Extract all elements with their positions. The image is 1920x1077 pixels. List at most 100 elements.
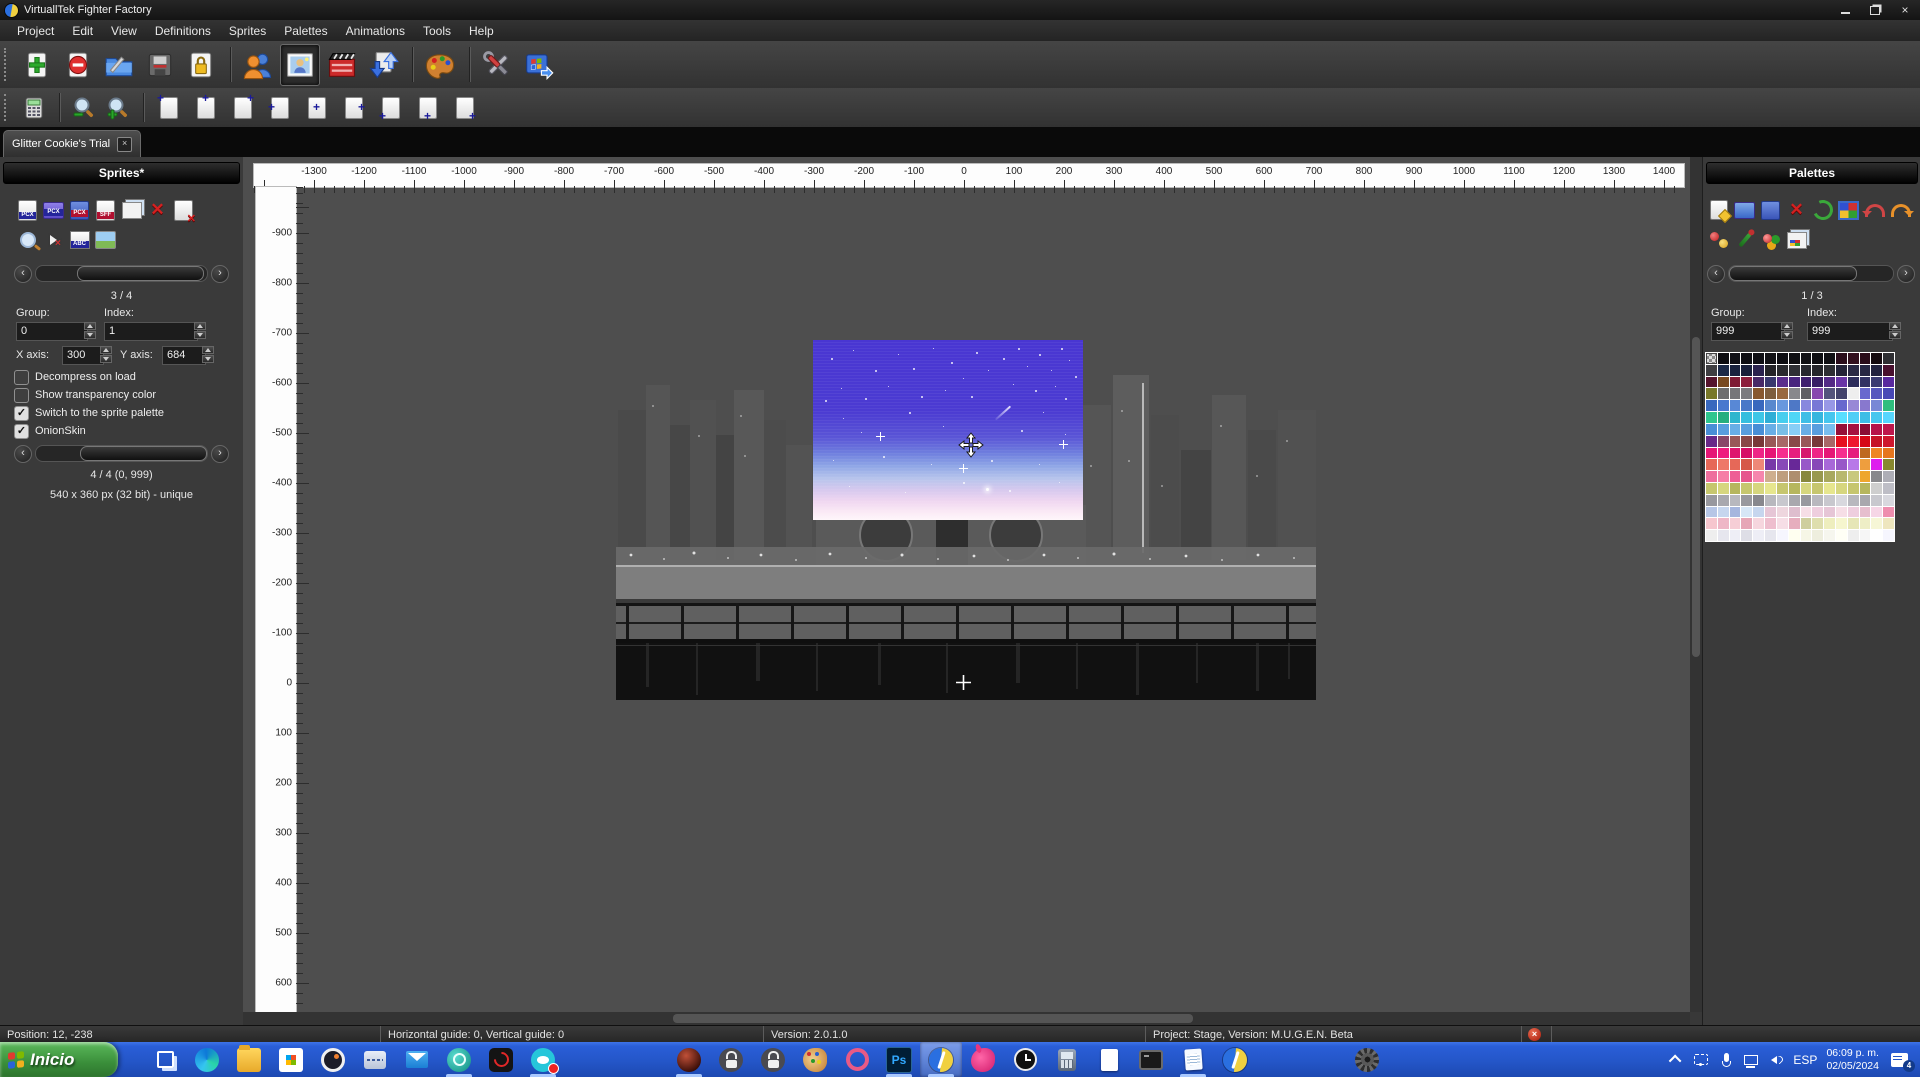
palette-cell[interactable]	[1812, 495, 1823, 506]
palette-cell[interactable]	[1765, 365, 1776, 376]
sprite-list-button[interactable]	[18, 92, 49, 123]
palette-cell[interactable]	[1801, 471, 1812, 482]
palette-cell[interactable]	[1765, 424, 1776, 435]
palette-cell[interactable]	[1812, 377, 1823, 388]
swap-colors-button[interactable]	[1707, 229, 1730, 251]
palette-cell[interactable]	[1836, 388, 1847, 399]
palette-cell[interactable]	[1789, 507, 1800, 518]
microphone-icon[interactable]	[1718, 1052, 1734, 1068]
palette-cell[interactable]	[1883, 400, 1894, 411]
palette-cell-transparent[interactable]	[1706, 353, 1717, 364]
current-sprite-image[interactable]	[813, 340, 1083, 520]
palette-cell[interactable]	[1741, 471, 1752, 482]
palette-cell[interactable]	[1789, 459, 1800, 470]
taskbar-app-capture-app[interactable]	[438, 1042, 480, 1077]
palette-cell[interactable]	[1848, 436, 1859, 447]
palette-cell[interactable]	[1718, 388, 1729, 399]
palette-cell[interactable]	[1801, 459, 1812, 470]
palette-cell[interactable]	[1789, 365, 1800, 376]
palette-cell[interactable]	[1741, 483, 1752, 494]
extensions-button[interactable]	[519, 45, 557, 85]
palette-cell[interactable]	[1753, 412, 1764, 423]
palette-cell[interactable]	[1706, 495, 1717, 506]
taskbar-app-terminal-app[interactable]	[1130, 1042, 1172, 1077]
palette-cell[interactable]	[1824, 448, 1835, 459]
palette-cell[interactable]	[1812, 365, 1823, 376]
palette-cell[interactable]	[1765, 448, 1776, 459]
palette-cell[interactable]	[1883, 377, 1894, 388]
sprite-prev-arrow[interactable]: ‹	[14, 265, 32, 283]
palette-cell[interactable]	[1836, 377, 1847, 388]
taskbar-app-lock-app-1[interactable]	[710, 1042, 752, 1077]
palette-cell[interactable]	[1753, 377, 1764, 388]
palette-cell[interactable]	[1824, 530, 1835, 541]
palette-cell[interactable]	[1860, 377, 1871, 388]
palette-cell[interactable]	[1789, 353, 1800, 364]
color-picker-button[interactable]	[1733, 229, 1756, 251]
preview-sprite-button[interactable]	[16, 229, 39, 251]
palette-cell[interactable]	[1871, 518, 1882, 529]
rename-sprite-button[interactable]	[68, 229, 91, 251]
palette-cell[interactable]	[1860, 495, 1871, 506]
palette-cell[interactable]	[1824, 495, 1835, 506]
palette-cell[interactable]	[1777, 400, 1788, 411]
toolbar-handle[interactable]	[4, 48, 12, 81]
palette-cell[interactable]	[1765, 412, 1776, 423]
menu-sprites[interactable]: Sprites	[220, 22, 275, 40]
palette-cell[interactable]	[1860, 471, 1871, 482]
palette-cell[interactable]	[1848, 459, 1859, 470]
palette-cell[interactable]	[1883, 424, 1894, 435]
palette-cell[interactable]	[1741, 530, 1752, 541]
palette-cell[interactable]	[1777, 377, 1788, 388]
palette-cell[interactable]	[1836, 530, 1847, 541]
palette-cell[interactable]	[1789, 436, 1800, 447]
palette-cell[interactable]	[1871, 377, 1882, 388]
palette-cell[interactable]	[1801, 365, 1812, 376]
palette-cell[interactable]	[1848, 507, 1859, 518]
palette-cell[interactable]	[1801, 353, 1812, 364]
notification-center[interactable]: 4	[1888, 1052, 1910, 1068]
taskbar-app-bunny-app[interactable]	[962, 1042, 1004, 1077]
palette-cell[interactable]	[1706, 412, 1717, 423]
frame-prev-arrow[interactable]: ‹	[14, 445, 32, 463]
palette-cell[interactable]	[1812, 459, 1823, 470]
taskbar-app-fighter-factory[interactable]	[920, 1042, 962, 1077]
duplicate-sprite-button[interactable]	[120, 199, 143, 221]
checkbox-onionskin[interactable]: ✓	[14, 424, 29, 439]
frame-slider-thumb[interactable]	[80, 446, 207, 461]
palette-cell[interactable]	[1836, 459, 1847, 470]
palette-cell[interactable]	[1860, 507, 1871, 518]
palette-cell[interactable]	[1883, 448, 1894, 459]
palette-cell[interactable]	[1741, 507, 1752, 518]
palette-cell[interactable]	[1860, 388, 1871, 399]
palette-cell[interactable]	[1741, 518, 1752, 529]
maximize-button[interactable]	[1860, 0, 1890, 20]
palette-cell[interactable]	[1706, 388, 1717, 399]
palette-cell[interactable]	[1801, 424, 1812, 435]
palette-cell[interactable]	[1777, 507, 1788, 518]
palette-cell[interactable]	[1741, 436, 1752, 447]
close-project-button[interactable]	[59, 45, 97, 85]
taskbar-app-clock-app[interactable]	[1004, 1042, 1046, 1077]
palette-cell[interactable]	[1741, 400, 1752, 411]
checkbox-switch-to-the-sprite-palette[interactable]: ✓	[14, 406, 29, 421]
palette-next-arrow[interactable]: ›	[1897, 265, 1915, 283]
toolbar-handle[interactable]	[4, 94, 12, 121]
frame-slider-track[interactable]	[35, 445, 208, 462]
palette-cell[interactable]	[1801, 483, 1812, 494]
y-axis-field[interactable]: 684	[162, 346, 206, 365]
palette-cell[interactable]	[1883, 353, 1894, 364]
palette-cell[interactable]	[1753, 530, 1764, 541]
palette-cell[interactable]	[1836, 518, 1847, 529]
palette-cell[interactable]	[1730, 436, 1741, 447]
palette-cell[interactable]	[1741, 365, 1752, 376]
palette-cell[interactable]	[1860, 530, 1871, 541]
palette-cell[interactable]	[1706, 471, 1717, 482]
palette-cell[interactable]	[1848, 471, 1859, 482]
palette-cell[interactable]	[1871, 471, 1882, 482]
redo-palette-button[interactable]	[1889, 199, 1912, 221]
palette-cell[interactable]	[1883, 483, 1894, 494]
palette-cell[interactable]	[1777, 518, 1788, 529]
palette-cell[interactable]	[1824, 507, 1835, 518]
tab-close-icon[interactable]: ×	[117, 137, 132, 152]
